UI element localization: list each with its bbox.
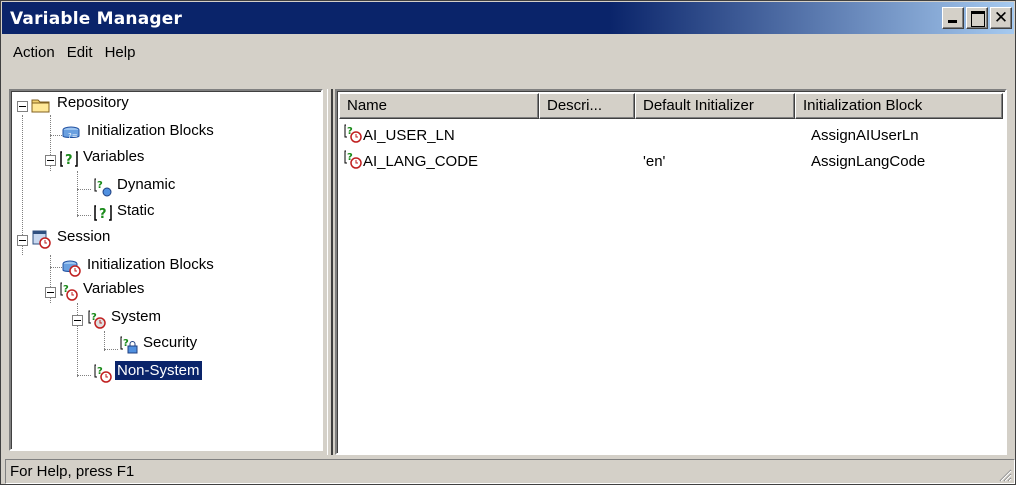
resize-grip-icon[interactable]: [998, 468, 1012, 482]
row-initialization-block: AssignAIUserLn: [811, 127, 919, 144]
column-header-default-initializer[interactable]: Default Initializer: [635, 93, 795, 119]
svg-text:?: ?: [97, 180, 103, 191]
maximize-button[interactable]: [966, 7, 988, 29]
tree-connector: [104, 349, 118, 350]
window-controls: ✕: [942, 7, 1012, 29]
tree-item-dynamic[interactable]: Dynamic: [115, 175, 177, 194]
system-variable-icon: ?: [88, 310, 106, 329]
tree-connector: [104, 331, 105, 351]
variable-manager-window: Variable Manager ✕ Action Edit Help Repo…: [0, 0, 1016, 485]
variable-list[interactable]: Name Descri... Default Initializer Initi…: [335, 89, 1007, 455]
status-text: For Help, press F1: [5, 459, 1015, 484]
close-button[interactable]: ✕: [990, 7, 1012, 29]
column-header-description[interactable]: Descri...: [539, 93, 635, 119]
tree-item-repo-variables[interactable]: Variables: [81, 147, 146, 166]
tree-connector: [22, 115, 23, 255]
row-name[interactable]: AI_LANG_CODE: [363, 153, 478, 170]
collapse-toggle[interactable]: [45, 287, 56, 298]
tree-item-security[interactable]: Security: [141, 333, 199, 352]
menu-help[interactable]: Help: [99, 42, 142, 63]
static-variable-icon: ?: [94, 205, 112, 222]
dynamic-variable-icon: ?: [94, 178, 112, 197]
tree-item-static[interactable]: Static: [115, 201, 157, 220]
column-header-initialization-block[interactable]: Initialization Block: [795, 93, 1003, 119]
session-icon: [32, 230, 51, 249]
variable-tree[interactable]: Repository ?= Initialization Blocks ? Va…: [9, 89, 323, 451]
menu-edit[interactable]: Edit: [61, 42, 99, 63]
session-variable-icon: ?: [344, 124, 362, 143]
init-block-icon: [62, 260, 81, 277]
collapse-toggle[interactable]: [72, 315, 83, 326]
menu-action[interactable]: Action: [7, 42, 61, 63]
init-block-icon: ?=: [62, 126, 80, 140]
tree-item-repository[interactable]: Repository: [55, 93, 131, 112]
collapse-toggle[interactable]: [45, 155, 56, 166]
variable-icon: ?: [60, 151, 78, 168]
svg-text:?: ?: [99, 207, 107, 222]
svg-text:?: ?: [65, 153, 73, 168]
collapse-toggle[interactable]: [17, 101, 28, 112]
session-variable-icon: ?: [344, 150, 362, 169]
svg-text:?=: ?=: [68, 132, 78, 140]
menu-bar: Action Edit Help: [2, 37, 141, 67]
tree-connector: [77, 375, 91, 376]
window-title: Variable Manager: [10, 9, 183, 29]
tree-item-session[interactable]: Session: [55, 227, 112, 246]
pane-splitter[interactable]: [327, 89, 333, 455]
security-variable-icon: ?: [120, 336, 138, 354]
tree-connector: [77, 215, 91, 216]
tree-connector: [77, 189, 91, 190]
tree-item-nonsystem[interactable]: Non-System: [114, 360, 203, 381]
tree-item-session-init-blocks[interactable]: Initialization Blocks: [85, 255, 216, 274]
title-bar[interactable]: Variable Manager ✕: [2, 2, 1014, 34]
minimize-button[interactable]: [942, 7, 964, 29]
collapse-toggle[interactable]: [17, 235, 28, 246]
tree-item-system[interactable]: System: [109, 307, 163, 326]
row-default-initializer: 'en': [643, 153, 666, 170]
tree-connector: [77, 171, 78, 217]
tree-item-repo-init-blocks[interactable]: Initialization Blocks: [85, 121, 216, 140]
folder-icon: [31, 99, 50, 113]
status-bar: For Help, press F1: [2, 459, 1015, 485]
session-variable-icon: ?: [60, 282, 78, 301]
row-name[interactable]: AI_USER_LN: [363, 127, 455, 144]
tree-item-session-variables[interactable]: Variables: [81, 279, 146, 298]
row-initialization-block: AssignLangCode: [811, 153, 926, 170]
nonsystem-variable-icon: ?: [94, 364, 112, 383]
column-header-name[interactable]: Name: [339, 93, 539, 119]
